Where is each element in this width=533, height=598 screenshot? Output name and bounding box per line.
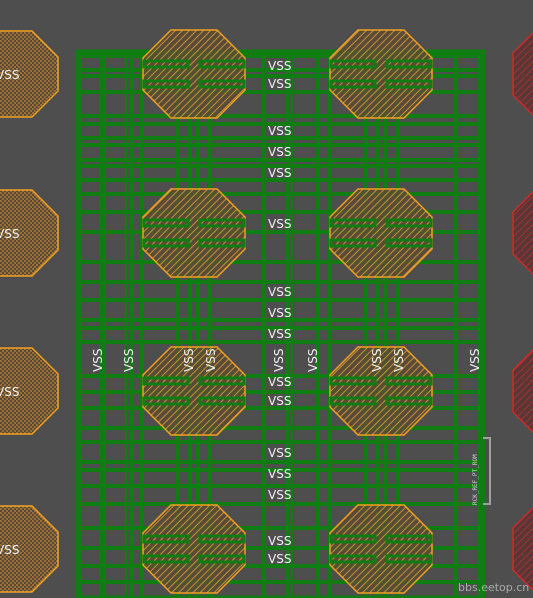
net-label: VSS — [268, 394, 291, 408]
net-label-vertical: VSS — [370, 349, 384, 372]
net-label-vertical: VSS — [122, 349, 136, 372]
right-pad[interactable] — [512, 31, 533, 117]
net-label: VSS — [268, 327, 291, 341]
right-pad[interactable] — [512, 506, 533, 592]
left-pad[interactable]: VSS — [0, 30, 59, 118]
net-label: VSS — [268, 534, 291, 548]
net-label: VSS — [268, 467, 291, 481]
left-pad[interactable]: VSS — [0, 189, 59, 277]
left-pad-label: VSS — [0, 68, 19, 82]
left-pad-label: VSS — [0, 543, 19, 557]
inner-pad[interactable] — [142, 29, 246, 119]
row-net-labels: VSS VSS VSS VSS VSS VSS VSS VSS VSS VSS VSS VSS VSS V… — [268, 59, 291, 566]
net-label: VSS — [268, 166, 291, 180]
net-label: VSS — [268, 285, 291, 299]
net-label: VSS — [268, 552, 291, 566]
left-pad-label: VSS — [0, 227, 19, 241]
net-label-vertical: VSS — [272, 349, 286, 372]
right-pad[interactable] — [512, 348, 533, 434]
left-pad[interactable]: VSS — [0, 347, 59, 435]
inner-pad[interactable] — [142, 188, 246, 278]
inner-pad[interactable] — [142, 504, 246, 594]
left-pad-column: VSS VSS VSS VSS — [0, 30, 59, 593]
net-label: VSS — [268, 124, 291, 138]
net-label-vertical: VSS — [91, 349, 105, 372]
net-label: VSS — [268, 217, 291, 231]
net-label: VSS — [268, 306, 291, 320]
left-pad-label: VSS — [0, 385, 19, 399]
net-label-vertical: VSS — [204, 349, 218, 372]
layout-canvas[interactable]: VSS VSS VSS VSS VSS VSS VSS VSS VSS VSS VSS VSS VSS… — [0, 0, 533, 598]
net-label: VSS — [268, 375, 291, 389]
net-label-vertical: VSS — [182, 349, 196, 372]
inner-pad[interactable] — [329, 29, 433, 119]
right-pad[interactable] — [512, 190, 533, 276]
net-label-vertical: VSS — [392, 349, 406, 372]
watermark: bbs.eetop.cn — [458, 581, 529, 594]
left-pad[interactable]: VSS — [0, 505, 59, 593]
net-label: VSS — [268, 59, 291, 73]
inner-pad[interactable] — [329, 188, 433, 278]
net-label: VSS — [268, 145, 291, 159]
net-label: VSS — [268, 77, 291, 91]
marker-text: RCK_REF_PT_ROM — [472, 454, 479, 505]
net-label-vertical: VSS — [306, 349, 320, 372]
net-label: VSS — [268, 488, 291, 502]
net-label-vertical: VSS — [468, 349, 482, 372]
net-label: VSS — [268, 446, 291, 460]
inner-pad[interactable] — [329, 504, 433, 594]
right-pad-column — [512, 31, 533, 592]
layout-view[interactable]: VSSVSSVSSVSS VSSVSSVSSVSSVSSVSSVSSVSSVSS… — [0, 0, 533, 598]
